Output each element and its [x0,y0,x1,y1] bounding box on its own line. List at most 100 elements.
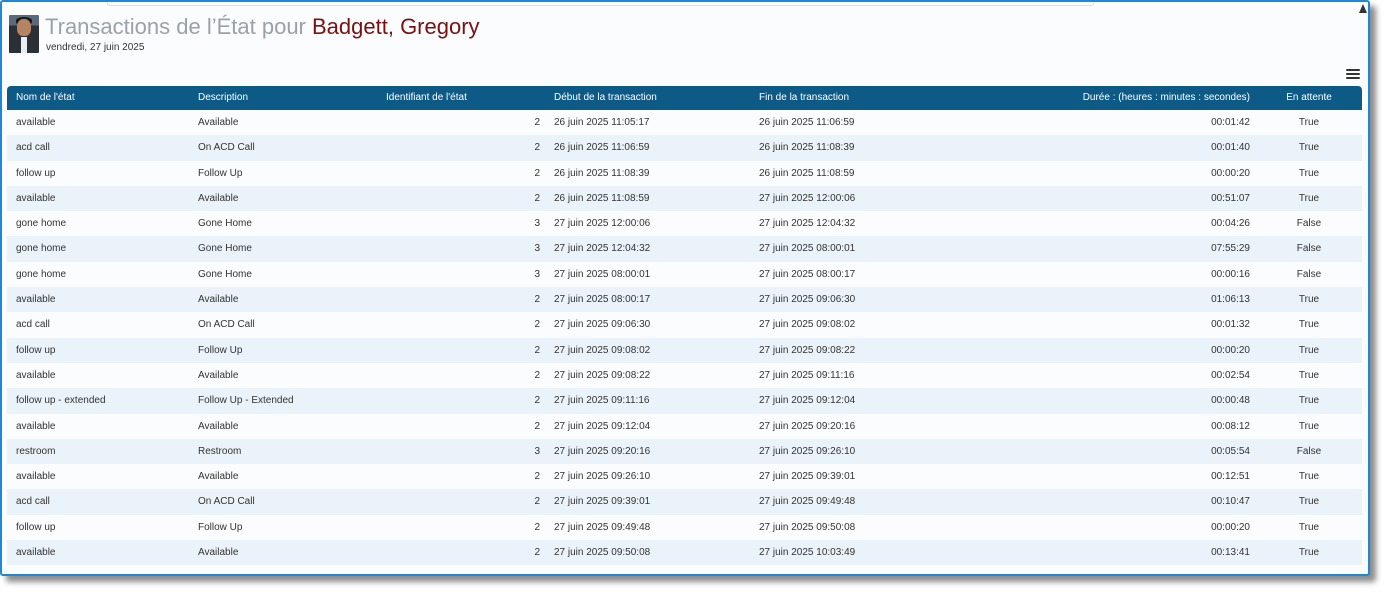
cell-state-name: available [16,369,56,381]
cell-end: 27 juin 2025 09:20:16 [759,420,856,432]
hamburger-menu-icon[interactable] [1346,69,1360,81]
cell-state-name: restroom [16,445,56,457]
cell-state-name: follow up - extended [16,395,106,407]
table-row[interactable]: available Available 2 27 juin 2025 09:50:08… [7,540,1362,566]
cell-end: 27 juin 2025 09:08:02 [759,319,856,331]
cell-pending: True [1298,369,1320,381]
table-row[interactable]: available Available 2 27 juin 2025 09:08:22… [7,363,1362,388]
table-row[interactable]: follow up Follow Up 2 26 juin 2025 11:08:39… [7,161,1362,186]
cell-state-name: gone home [16,218,67,230]
user-name: Badgett, Gregory [312,14,480,39]
cell-start: 27 juin 2025 09:20:16 [554,445,651,457]
cell-state-name: acd call [16,142,50,154]
table-row[interactable]: available Available 2 27 juin 2025 08:00:17… [7,287,1362,313]
cell-end: 26 juin 2025 11:08:59 [759,167,855,179]
table-row[interactable]: available Available 2 27 juin 2025 09:26:10… [7,464,1362,489]
cell-state-id: 3 [534,268,540,280]
table-header: Nom de l'état Description Identifiant de… [7,86,1362,110]
cell-end: 27 juin 2025 12:04:32 [759,218,856,230]
cell-state-id: 2 [534,496,540,508]
table-row[interactable]: available Available 2 26 juin 2025 11:08:59… [7,185,1362,212]
table-row[interactable]: follow up Follow Up 2 27 juin 2025 09:49:48… [7,515,1362,540]
cell-description: Available [198,294,239,306]
cell-description: On ACD Call [198,142,255,154]
cell-end: 27 juin 2025 09:49:48 [759,496,856,508]
cell-description: On ACD Call [198,319,255,331]
table-body: available Available 2 26 juin 2025 11:05:17… [7,110,1362,566]
cell-state-name: available [16,294,56,306]
cell-description: Available [198,192,239,204]
cell-state-name: gone home [16,268,67,280]
cell-duration: 00:12:51 [1211,471,1250,483]
cell-description: On ACD Call [198,496,255,508]
cell-duration: 00:05:54 [1211,445,1250,457]
cell-state-id: 2 [534,294,540,306]
table-row[interactable]: acd call On ACD Call 2 26 juin 2025 11:06:5… [7,135,1362,161]
column-header-description[interactable]: Description [198,86,248,110]
cell-pending: True [1298,395,1320,407]
cell-end: 27 juin 2025 09:08:22 [759,344,856,356]
column-header-pending[interactable]: En attente [1277,86,1341,110]
cell-pending: True [1298,471,1320,483]
cell-state-name: follow up [16,344,56,356]
table-row[interactable]: gone home Gone Home 3 27 juin 2025 08:00:01… [7,262,1362,287]
table-row[interactable]: restroom Restroom 3 27 juin 2025 09:20:16 27… [7,438,1362,465]
scrollbar[interactable] [1359,2,1368,32]
scroll-up-arrow-icon[interactable] [1359,4,1367,13]
cell-state-id: 3 [534,445,540,457]
cell-start: 27 juin 2025 09:08:02 [554,344,651,356]
cell-pending: True [1298,521,1320,533]
cell-pending: True [1298,496,1320,508]
cell-state-name: follow up [16,167,56,179]
table-row[interactable]: follow up Follow Up 2 27 juin 2025 09:08:02… [7,337,1362,363]
cell-state-name: available [16,420,56,432]
cell-start: 27 juin 2025 09:08:22 [554,369,651,381]
column-header-end[interactable]: Fin de la transaction [759,86,849,110]
cell-description: Follow Up - Extended [198,395,294,407]
cell-duration: 00:02:54 [1211,369,1250,381]
cell-pending: True [1298,547,1320,559]
report-date: vendredi, 27 juin 2025 [46,42,145,53]
cell-duration: 00:10:47 [1211,496,1250,508]
column-header-state-name[interactable]: Nom de l'état [16,86,75,110]
cell-pending: True [1298,117,1320,128]
cell-end: 27 juin 2025 09:39:01 [759,471,856,483]
cell-start: 27 juin 2025 08:00:17 [554,294,651,306]
table-row[interactable]: available Available 2 26 juin 2025 11:05:17… [7,110,1362,135]
avatar-face [17,19,31,36]
cell-pending: True [1298,192,1320,204]
table-row[interactable]: available Available 2 27 juin 2025 09:12:04… [7,414,1362,439]
cell-state-id: 2 [534,117,540,128]
cell-state-id: 2 [534,142,540,154]
table-row[interactable]: acd call On ACD Call 2 27 juin 2025 09:39:0… [7,489,1362,515]
cell-state-id: 3 [534,218,540,230]
cell-end: 27 juin 2025 09:06:30 [759,294,856,306]
column-header-state-id[interactable]: Identifiant de l'état [386,86,540,110]
table-row[interactable]: gone home Gone Home 3 27 juin 2025 12:00:06… [7,211,1362,236]
cell-duration: 00:00:20 [1211,521,1250,533]
cell-start: 27 juin 2025 09:06:30 [554,319,651,331]
cell-duration: 00:13:41 [1211,547,1250,559]
cell-state-id: 2 [534,167,540,179]
cell-description: Follow Up [198,344,243,356]
cell-end: 27 juin 2025 09:11:16 [759,369,855,381]
report-window: Transactions de l’État pour Badgett, Gre… [0,0,1370,576]
avatar [9,15,39,53]
cell-start: 27 juin 2025 08:00:01 [554,268,651,280]
cell-start: 27 juin 2025 12:00:06 [554,218,651,230]
column-header-duration[interactable]: Durée : (heures : minutes : secondes) [1057,86,1250,110]
cell-duration: 07:55:29 [1211,243,1250,255]
table-row[interactable]: acd call On ACD Call 2 27 juin 2025 09:06:3… [7,312,1362,337]
cell-state-name: available [16,547,56,559]
cell-description: Gone Home [198,268,252,280]
cell-duration: 00:00:48 [1211,395,1250,407]
cell-description: Follow Up [198,167,243,179]
top-search-bar[interactable] [107,2,1094,6]
page-title: Transactions de l’État pour Badgett, Gre… [45,14,480,40]
table-row[interactable]: gone home Gone Home 3 27 juin 2025 12:04:32… [7,236,1362,262]
column-header-start[interactable]: Début de la transaction [554,86,657,110]
cell-state-id: 2 [534,395,540,407]
cell-pending: False [1296,218,1322,230]
avatar-shirt [21,37,27,53]
table-row[interactable]: follow up - extended Follow Up - Extended… [7,388,1362,414]
